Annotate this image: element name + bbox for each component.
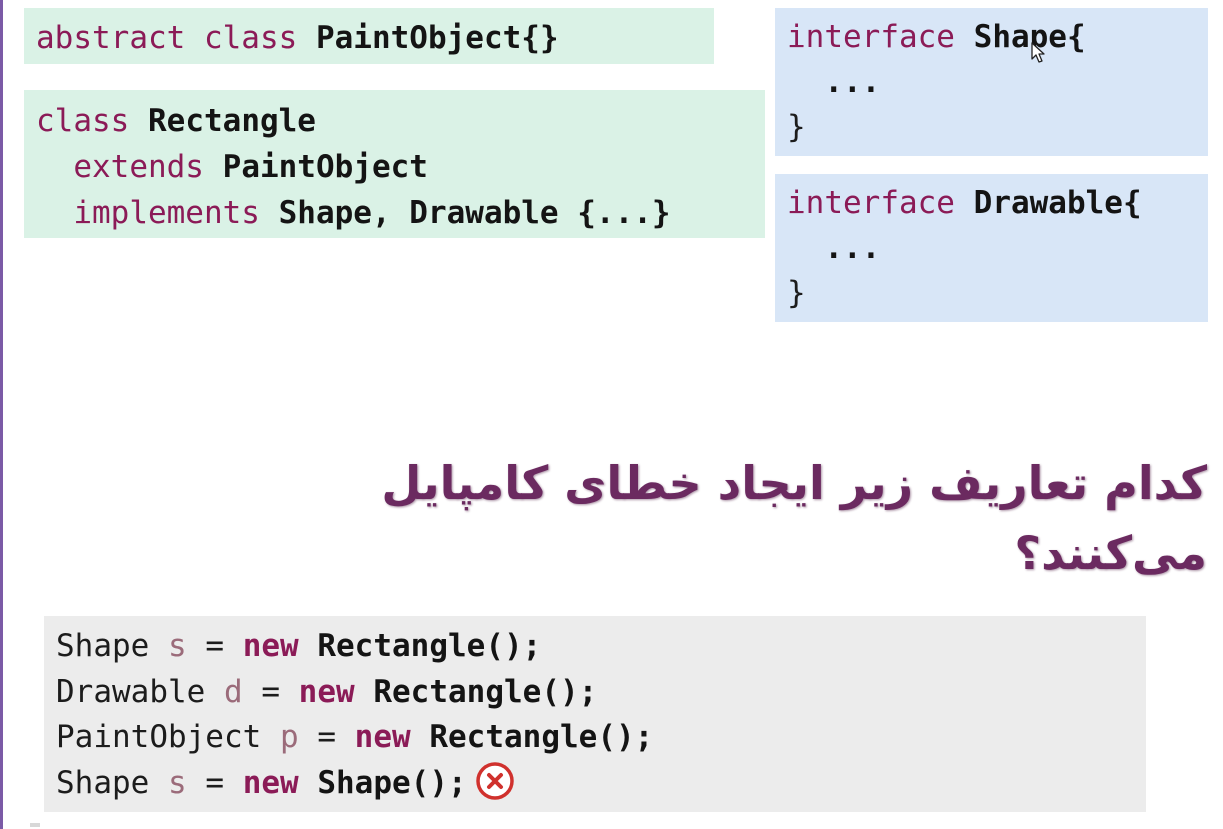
keyword: interface — [787, 185, 955, 221]
keyword: new — [242, 628, 299, 664]
type-name: PaintObject — [56, 719, 262, 755]
keyword: new — [354, 719, 411, 755]
bottom-artifact — [30, 823, 40, 827]
variable-name: d — [223, 673, 243, 710]
code-line: extends PaintObject — [36, 144, 765, 190]
example-line: Shape s = new Rectangle(); — [56, 624, 1146, 670]
keyword: extends — [73, 149, 204, 185]
variable-name: s — [168, 764, 187, 801]
slide-left-edge — [0, 0, 3, 829]
constructor-call: Rectangle(); — [429, 719, 654, 755]
question-heading: کدام تعاریف زیر ایجاد خطای کامپایل می‌کن… — [381, 456, 1207, 580]
variable-name: p — [279, 719, 299, 755]
keyword: new — [298, 673, 355, 710]
code-line: interface Shape{ — [787, 15, 1208, 60]
code-line: } — [787, 271, 1208, 316]
rectangle-code-box: class Rectangle extends PaintObject impl… — [24, 90, 765, 238]
code-line: class Rectangle — [36, 98, 765, 144]
example-line: PaintObject p = new Rectangle(); — [56, 715, 1146, 761]
keyword: class — [36, 103, 130, 139]
drawable-interface-code-box: interface Drawable{ ...} — [775, 174, 1208, 322]
keyword: implements — [73, 195, 260, 231]
operator: = — [317, 719, 336, 755]
constructor-call: Shape(); — [317, 764, 467, 801]
closing-brace: } — [787, 275, 806, 311]
superclass-name: PaintObject — [222, 149, 428, 185]
code-line: implements Shape, Drawable {...} — [36, 190, 765, 236]
keyword: new — [242, 764, 299, 801]
operator: = — [261, 673, 280, 710]
slide: abstract class PaintObject{} class Recta… — [0, 0, 1223, 829]
keyword: interface — [787, 19, 955, 55]
class-name: PaintObject{} — [315, 20, 559, 56]
mouse-cursor-icon — [1031, 42, 1045, 63]
interface-name: Shape{ — [973, 19, 1086, 55]
closing-brace: } — [787, 109, 806, 145]
constructor-call: Rectangle(); — [373, 673, 598, 710]
paintobject-code-box: abstract class PaintObject{} — [24, 8, 714, 64]
x-circle-icon — [475, 762, 514, 800]
example-line: Drawable d = new Rectangle(); — [56, 670, 1146, 716]
type-name: Shape — [56, 628, 150, 664]
keyword: abstract — [36, 20, 186, 56]
code-line: ... — [787, 226, 1208, 271]
constructor-call: Rectangle(); — [317, 628, 542, 664]
code-line: ... — [787, 60, 1208, 105]
operator: = — [205, 764, 225, 801]
example-line: Shape s = new Shape(); — [56, 761, 1146, 807]
code-line: abstract class PaintObject{} — [36, 16, 714, 61]
type-name: Shape — [56, 764, 150, 801]
interface-list: Shape, Drawable {...} — [278, 195, 671, 231]
operator: = — [205, 628, 225, 664]
interface-name: Drawable{ — [973, 185, 1142, 221]
shape-interface-code-box: interface Shape{ ...} — [775, 8, 1208, 156]
ellipsis: ... — [824, 64, 881, 100]
code-line: } — [787, 105, 1208, 150]
type-name: Drawable — [56, 673, 206, 710]
examples-code-box: Shape s = new Rectangle(); Drawable d = n… — [44, 616, 1146, 812]
code-line: interface Drawable{ — [787, 181, 1208, 226]
keyword: class — [203, 20, 298, 56]
class-name: Rectangle — [148, 103, 316, 139]
variable-name: s — [168, 628, 187, 664]
ellipsis: ... — [824, 230, 881, 266]
